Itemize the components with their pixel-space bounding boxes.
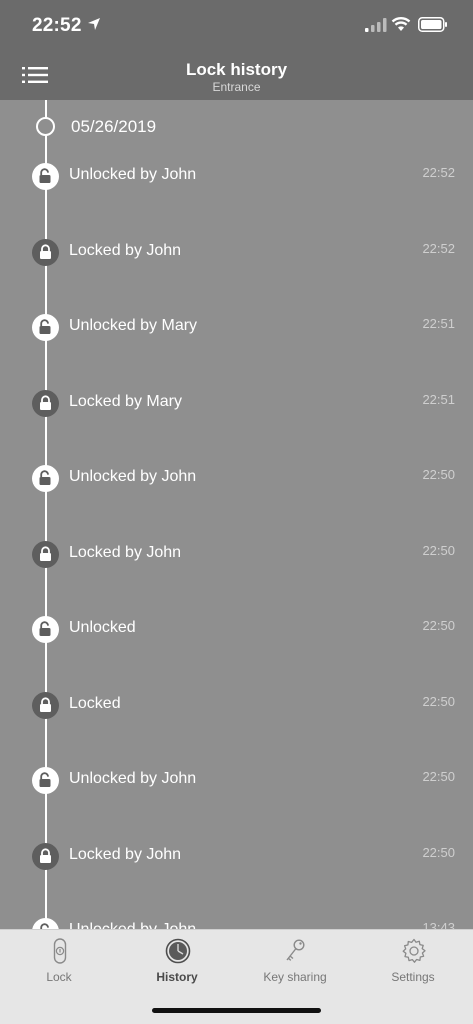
tab-key-sharing[interactable]: Key sharing [236, 930, 354, 1000]
unlocked-status-badge [32, 767, 59, 794]
locked-padlock-icon [40, 394, 51, 410]
tab-key-sharing-label: Key sharing [263, 970, 327, 984]
unlocked-status-badge [32, 616, 59, 643]
history-event-row[interactable]: Locked 22:50 [0, 691, 473, 754]
event-label: Locked by Mary [69, 392, 182, 410]
event-time: 22:50 [422, 769, 455, 784]
event-label: Unlocked by John [69, 166, 197, 183]
tab-lock-label: Lock [46, 970, 72, 984]
clock-history-icon [165, 938, 191, 964]
wifi-icon [391, 17, 411, 31]
locked-padlock-icon [40, 243, 51, 259]
date-marker [36, 117, 55, 136]
key-icon [286, 939, 305, 961]
page-subtitle: Entrance [212, 80, 261, 94]
lock-device-icon [53, 938, 67, 964]
top-bar: 22:52 Lock history Entrance [0, 0, 473, 100]
unlocked-status-badge [32, 465, 59, 492]
event-label: Unlocked by John [69, 770, 197, 787]
locked-status-badge [32, 540, 59, 568]
event-label: Unlocked by John [69, 468, 197, 485]
unlocked-status-badge [32, 163, 59, 190]
date-label: 05/26/2019 [71, 117, 157, 136]
tab-settings[interactable]: Settings [354, 930, 472, 1000]
unlocked-status-badge [32, 314, 59, 341]
event-label: Unlocked [69, 619, 136, 636]
unlocked-padlock-icon [39, 470, 51, 485]
locked-status-badge [32, 842, 59, 870]
locked-padlock-icon [40, 696, 51, 712]
locked-status-badge [32, 691, 59, 719]
cellular-signal-icon [365, 18, 387, 32]
event-time: 22:50 [422, 693, 455, 709]
history-event-row[interactable]: Locked by John 22:52 [0, 238, 473, 301]
event-time: 22:51 [422, 316, 455, 331]
history-event-row[interactable]: Unlocked by John 22:50 [0, 767, 473, 829]
home-indicator [152, 1008, 321, 1013]
event-time: 22:50 [422, 467, 455, 482]
battery-icon [418, 17, 447, 32]
history-event-row[interactable]: Unlocked by John 22:50 [0, 465, 473, 527]
location-arrow-icon [88, 18, 100, 30]
tab-history[interactable]: History [118, 930, 236, 1000]
event-label: Unlocked by Mary [69, 317, 198, 334]
history-event-row[interactable]: Unlocked 22:50 [0, 616, 473, 678]
history-event-row[interactable]: Locked by John 22:50 [0, 540, 473, 603]
locked-status-badge [32, 389, 59, 417]
history-event-row[interactable]: Locked by John 22:50 [0, 842, 473, 905]
locked-padlock-icon [40, 847, 51, 863]
history-event-row[interactable]: Unlocked by Mary 22:51 [0, 314, 473, 376]
history-event-row[interactable]: Locked by Mary 22:51 [0, 389, 473, 452]
locked-padlock-icon [40, 545, 51, 561]
history-event-row[interactable]: Unlocked by John 22:52 [0, 163, 473, 225]
unlocked-padlock-icon [39, 319, 51, 334]
event-time: 22:52 [422, 165, 455, 180]
unlocked-padlock-icon [39, 621, 51, 636]
status-time: 22:52 [32, 15, 82, 36]
gear-icon [402, 938, 426, 963]
page-title: Lock history [185, 60, 288, 79]
event-time: 22:50 [422, 618, 455, 633]
event-time: 22:50 [422, 844, 455, 860]
event-label: Locked by John [69, 543, 182, 561]
event-time: 22:51 [422, 391, 455, 407]
event-label: Locked by John [69, 241, 182, 259]
tab-history-label: History [156, 970, 198, 984]
locked-status-badge [32, 238, 59, 266]
event-time: 22:52 [422, 240, 455, 256]
unlocked-padlock-icon [39, 772, 51, 787]
tab-settings-label: Settings [391, 970, 435, 984]
unlocked-padlock-icon [39, 168, 51, 183]
tab-lock[interactable]: Lock [0, 930, 118, 1000]
event-label: Locked [69, 694, 121, 712]
event-time: 22:50 [422, 542, 455, 558]
event-label: Locked by John [69, 845, 182, 863]
